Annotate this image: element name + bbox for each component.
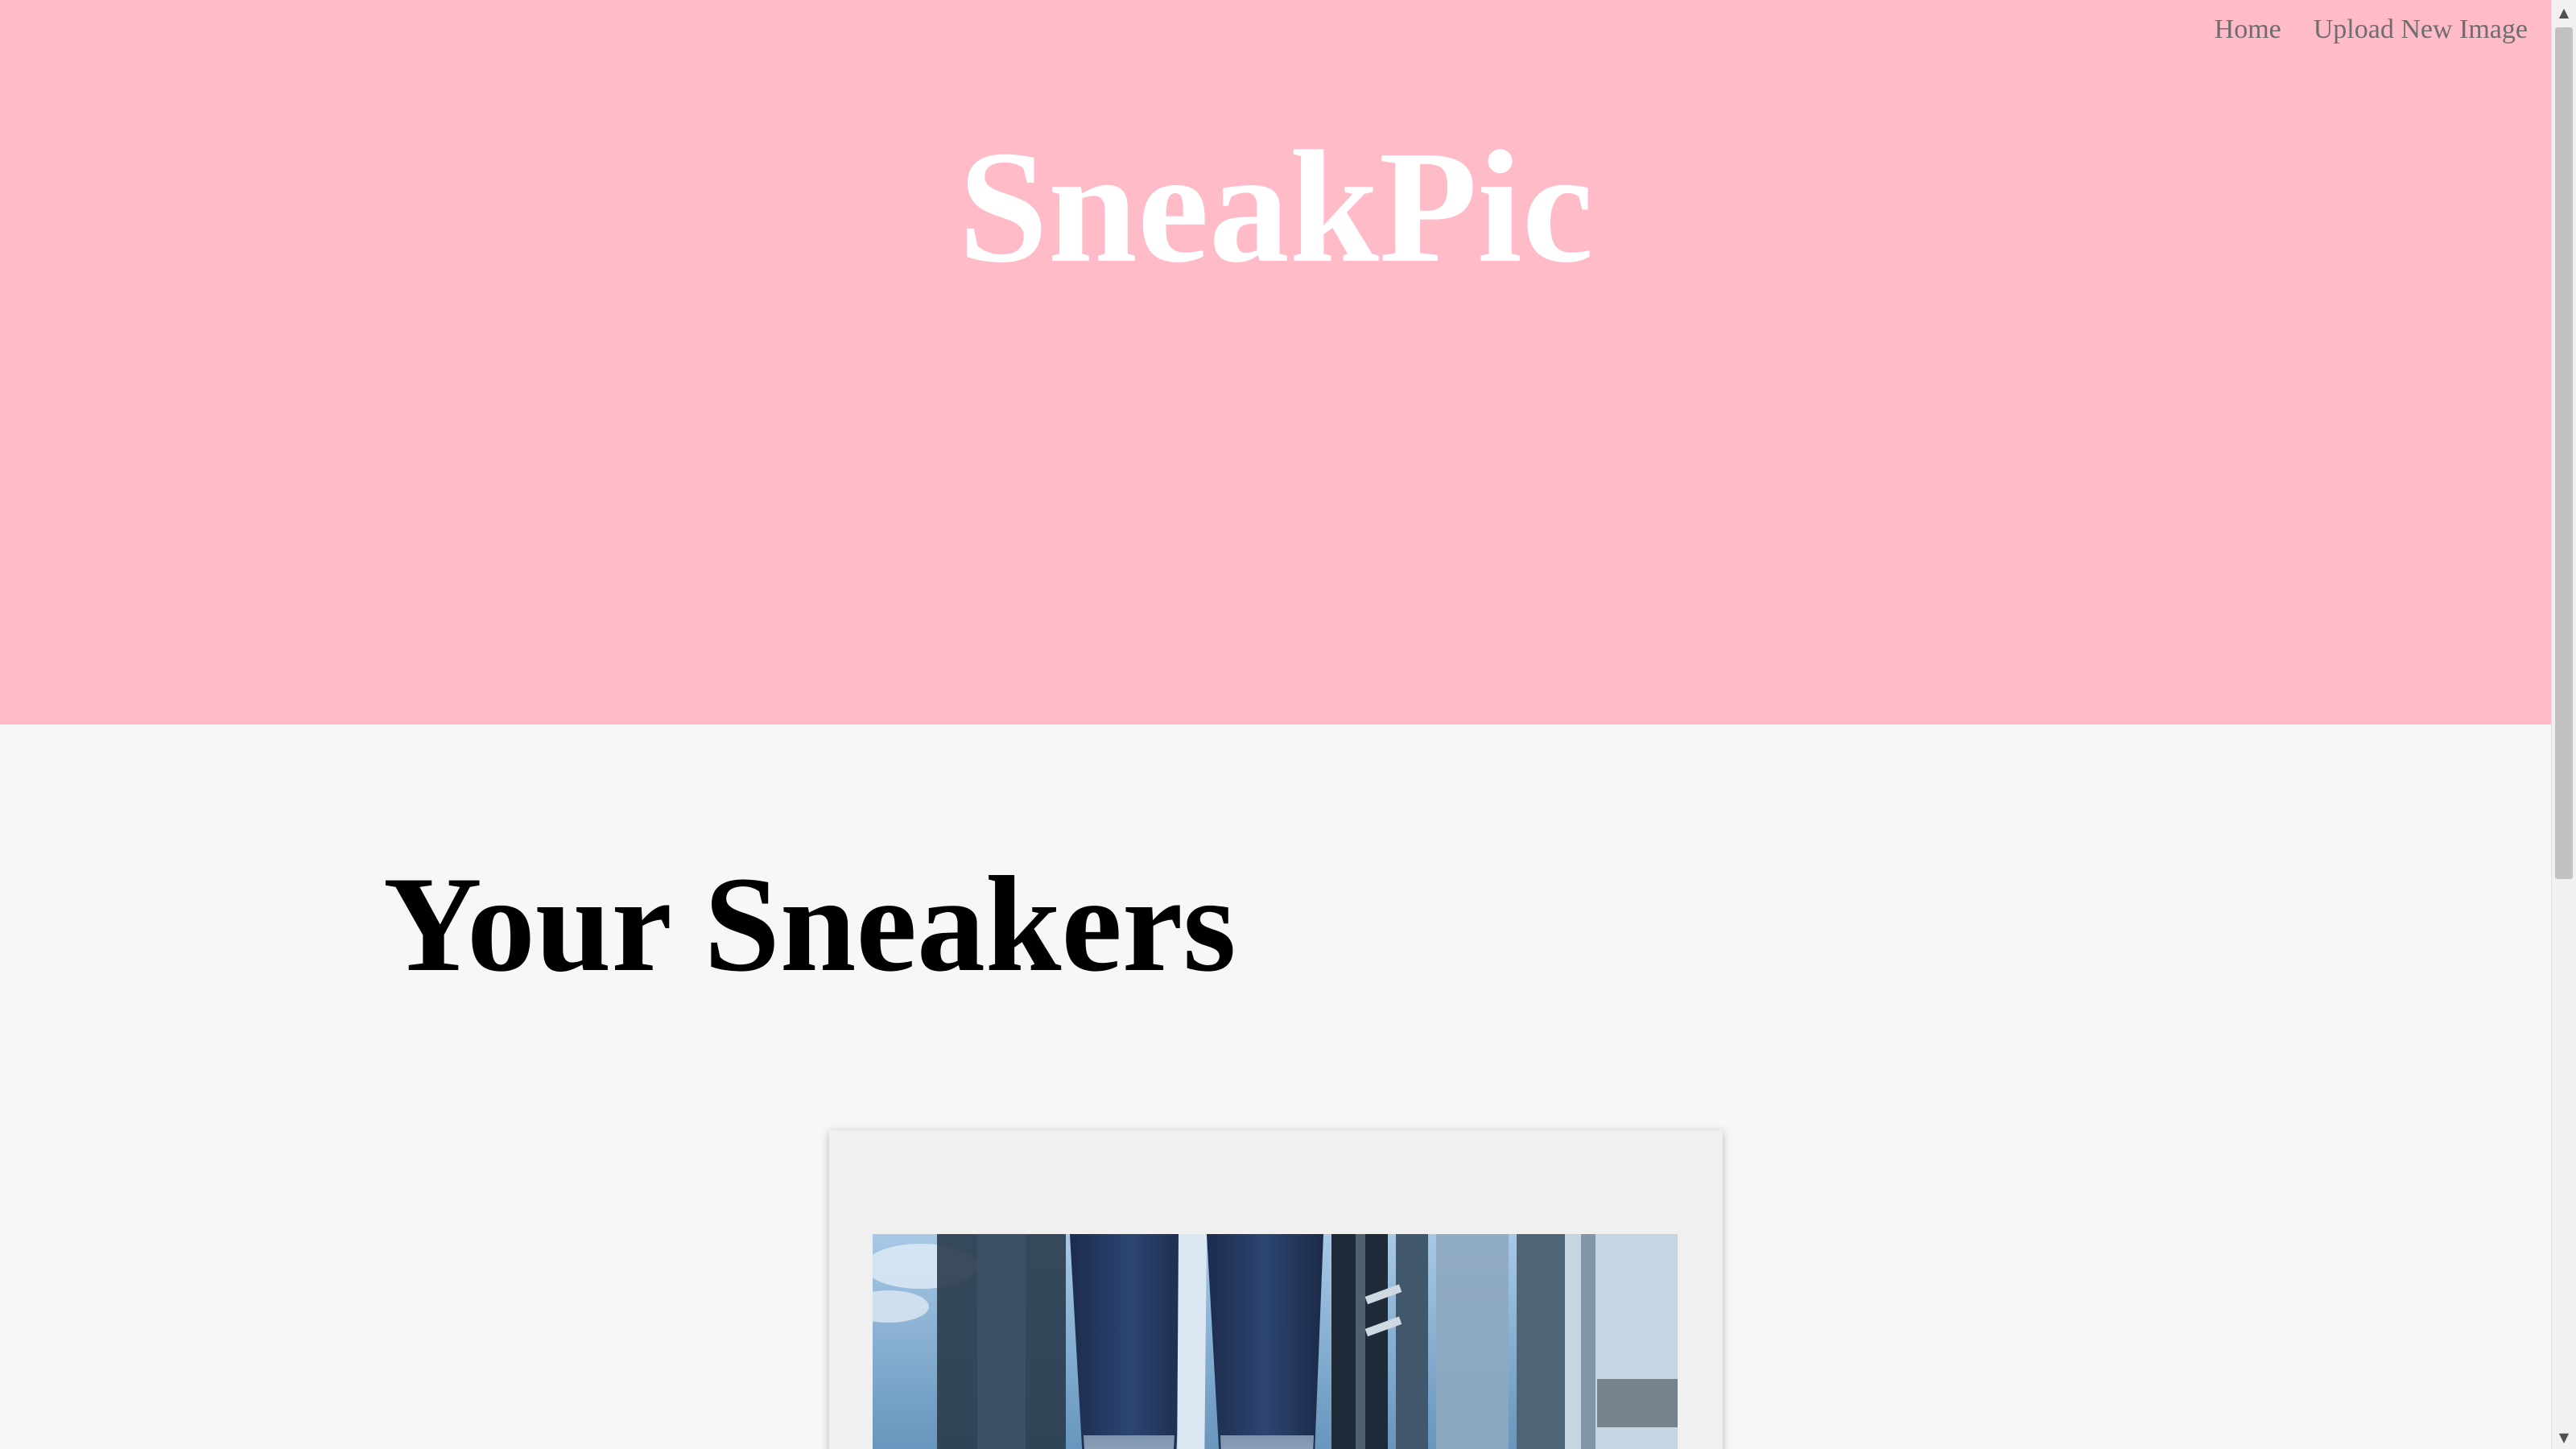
vertical-scrollbar[interactable]: ▲ ▼: [2551, 0, 2576, 1449]
section-title: Your Sneakers: [383, 848, 1236, 1000]
sneaker-card[interactable]: [829, 1130, 1723, 1449]
sneaker-image[interactable]: [873, 1234, 1678, 1449]
site-title: SneakPic: [958, 118, 1594, 296]
top-nav: Home Upload New Image: [2215, 14, 2528, 44]
nav-upload-link[interactable]: Upload New Image: [2314, 14, 2528, 44]
scrollbar-thumb[interactable]: [2555, 27, 2573, 879]
page: Home Upload New Image SneakPic Your Snea…: [0, 0, 2576, 1449]
hero-banner: Home Upload New Image SneakPic: [0, 0, 2552, 724]
scroll-up-arrow-icon[interactable]: ▲: [2552, 0, 2576, 24]
nav-home-link[interactable]: Home: [2215, 14, 2281, 44]
scroll-down-arrow-icon[interactable]: ▼: [2552, 1425, 2576, 1449]
